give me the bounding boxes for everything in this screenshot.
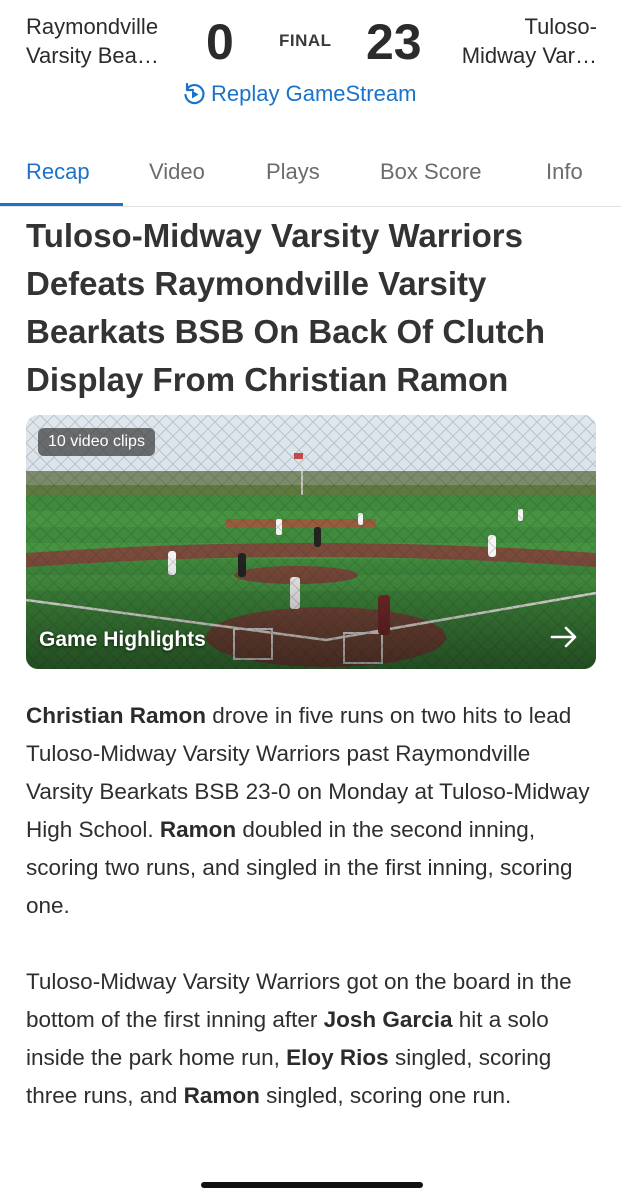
tab-recap[interactable]: Recap <box>26 159 90 185</box>
video-clips-badge: 10 video clips <box>38 428 155 456</box>
article-paragraph: Christian Ramon drove in five runs on tw… <box>26 697 601 925</box>
arrow-right-icon[interactable] <box>546 619 582 655</box>
replay-gamestream-link[interactable]: Replay GameStream <box>181 81 416 107</box>
player-name: Ramon <box>183 1083 260 1108</box>
article-paragraph: Tuloso-Midway Varsity Warriors got on th… <box>26 963 601 1115</box>
away-team-line2: Varsity Bea… <box>26 43 159 68</box>
article-headline: Tuloso-Midway Varsity Warriors Defeats R… <box>26 217 545 398</box>
replay-icon <box>184 82 205 105</box>
active-tab-indicator <box>0 203 123 206</box>
home-team-name[interactable]: Tuloso- Midway Var… <box>462 12 597 70</box>
player-name: Josh Garcia <box>323 1007 453 1032</box>
game-status: FINAL <box>279 31 332 50</box>
game-highlights-video[interactable]: 10 video clips Game Highlights <box>26 415 596 669</box>
away-team-name[interactable]: Raymondville Varsity Bea… <box>26 12 159 70</box>
home-team-line2: Midway Var… <box>461 43 597 68</box>
article-text: singled, scoring one run. <box>259 1083 512 1108</box>
player-name: Eloy Rios <box>286 1045 389 1070</box>
player-name: Ramon <box>159 817 237 842</box>
tab-box-score[interactable]: Box Score <box>380 159 482 185</box>
home-team-line1: Tuloso- <box>524 14 597 39</box>
video-title: Game Highlights <box>39 628 206 651</box>
replay-label: Replay GameStream <box>211 81 417 106</box>
score-header: Raymondville Varsity Bea… 0 FINAL 23 Tul… <box>0 0 621 120</box>
tab-info[interactable]: Info <box>546 159 583 185</box>
recap-article: Christian Ramon drove in five runs on tw… <box>26 697 601 1115</box>
tab-video[interactable]: Video <box>149 159 205 185</box>
away-team-score: 0 <box>206 14 234 70</box>
player-name: Christian Ramon <box>26 703 207 728</box>
away-team-line1: Raymondville <box>26 14 159 39</box>
home-team-score: 23 <box>366 14 422 70</box>
tab-plays[interactable]: Plays <box>266 159 320 185</box>
tab-bar: Recap Video Plays Box Score Info <box>0 140 621 207</box>
home-indicator[interactable] <box>201 1182 423 1188</box>
